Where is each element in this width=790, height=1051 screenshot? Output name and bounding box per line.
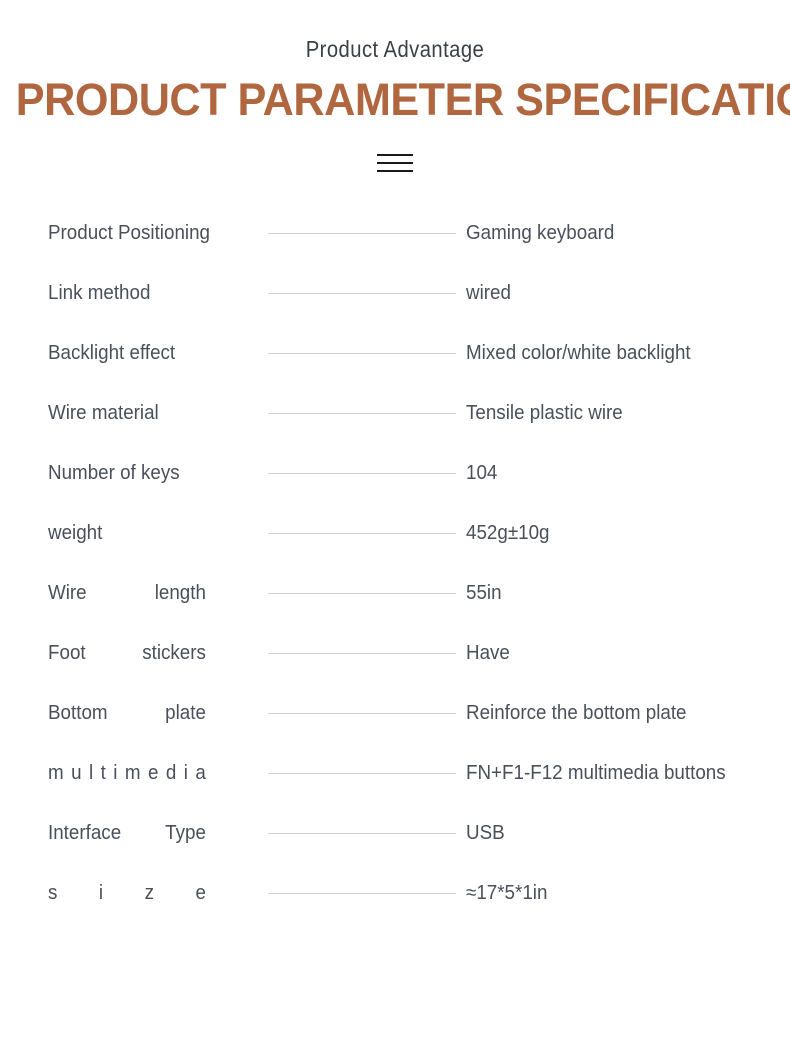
- spec-connector-line: [268, 412, 456, 414]
- spec-row: m u l t i m e d i a FN+F1-F12 multimedia buttons: [0, 743, 790, 803]
- spec-label-part: plate: [165, 702, 206, 724]
- spec-row: Wire length 55in: [0, 563, 790, 623]
- spec-value: Mixed color/white backlight: [466, 342, 691, 364]
- spec-row: Wire material Tensile plastic wire: [0, 383, 790, 443]
- spec-label-part: a: [195, 762, 206, 784]
- spec-value: Have: [466, 642, 510, 664]
- spec-label: Bottom plate: [48, 703, 206, 723]
- spec-connector-line: [268, 772, 456, 774]
- spec-label-part: i: [183, 762, 188, 784]
- spec-label-part: Type: [165, 822, 206, 844]
- divider-bar: [377, 170, 413, 172]
- spec-row: Number of keys 104: [0, 443, 790, 503]
- spec-value: Tensile plastic wire: [466, 402, 623, 424]
- spec-connector-line: [268, 892, 456, 894]
- spec-label: weight: [48, 522, 103, 544]
- spec-connector-line: [268, 592, 456, 594]
- spec-value: Gaming keyboard: [466, 222, 615, 244]
- spec-value: wired: [466, 282, 511, 304]
- spec-connector-line: [268, 712, 456, 714]
- spec-row: Backlight effect Mixed color/white backli…: [0, 323, 790, 383]
- spec-table: Product Positioning Gaming keyboard Link m…: [0, 203, 790, 923]
- spec-label-part: s: [48, 882, 58, 904]
- spec-label: Number of keys: [48, 462, 180, 484]
- spec-connector-line: [268, 232, 456, 234]
- spec-label-part: d: [165, 762, 177, 784]
- spec-row: Interface Type USB: [0, 803, 790, 863]
- spec-label-part: i: [98, 882, 104, 904]
- spec-label-part: l: [88, 762, 94, 784]
- spec-label: Backlight effect: [48, 342, 176, 364]
- product-spec-page: Product Advantage PRODUCT PARAMETER SPEC…: [0, 0, 790, 1051]
- spec-label-part: Interface: [48, 822, 122, 844]
- spec-connector-line: [268, 292, 456, 294]
- spec-row: Bottom plate Reinforce the bottom plate: [0, 683, 790, 743]
- spec-label-part: length: [154, 582, 206, 604]
- spec-value: 104: [466, 462, 498, 484]
- spec-label: Interface Type: [48, 823, 206, 843]
- spec-label: Product Positioning: [48, 222, 210, 244]
- spec-label: size: [48, 883, 206, 903]
- page-header: Product Advantage PRODUCT PARAMETER SPEC…: [0, 0, 790, 172]
- spec-row: s i z e ≈17*5*1in: [0, 863, 790, 923]
- spec-label-part: stickers: [142, 642, 206, 664]
- spec-value: Reinforce the bottom plate: [466, 702, 687, 724]
- spec-row: Link method wired: [0, 263, 790, 323]
- page-subtitle: Product Advantage: [305, 36, 485, 62]
- spec-label-part: e: [195, 882, 206, 904]
- spec-label: Wire length: [48, 583, 206, 603]
- spec-label: Foot stickers: [48, 643, 206, 663]
- spec-value: 452g±10g: [466, 522, 550, 544]
- spec-connector-line: [268, 832, 456, 834]
- spec-label-part: m: [124, 762, 141, 784]
- spec-row: Foot stickers Have: [0, 623, 790, 683]
- spec-label-part: e: [147, 762, 159, 784]
- page-title: PRODUCT PARAMETER SPECIFICATIONS: [15, 74, 790, 125]
- spec-value: 55in: [466, 582, 502, 604]
- divider-bar: [377, 162, 413, 164]
- spec-label-part: m: [48, 762, 64, 784]
- spec-label-part: Bottom: [48, 702, 108, 724]
- spec-label: multimedia: [48, 763, 206, 783]
- spec-label: Wire material: [48, 402, 159, 424]
- spec-label-part: Wire: [48, 582, 87, 604]
- spec-label-part: t: [100, 762, 106, 784]
- spec-value: FN+F1-F12 multimedia buttons: [466, 762, 726, 784]
- three-bars-divider-icon: [377, 154, 413, 172]
- spec-connector-line: [268, 652, 456, 654]
- spec-value: ≈17*5*1in: [466, 882, 548, 904]
- spec-connector-line: [268, 532, 456, 534]
- spec-value: USB: [466, 822, 505, 844]
- spec-connector-line: [268, 472, 456, 474]
- spec-label: Link method: [48, 282, 151, 304]
- divider-bar: [377, 154, 413, 156]
- spec-row: Product Positioning Gaming keyboard: [0, 203, 790, 263]
- spec-label-part: z: [144, 882, 154, 904]
- spec-row: weight 452g±10g: [0, 503, 790, 563]
- spec-connector-line: [268, 352, 456, 354]
- spec-label-part: Foot: [48, 642, 86, 664]
- spec-label-part: i: [113, 762, 118, 784]
- spec-label-part: u: [71, 762, 82, 784]
